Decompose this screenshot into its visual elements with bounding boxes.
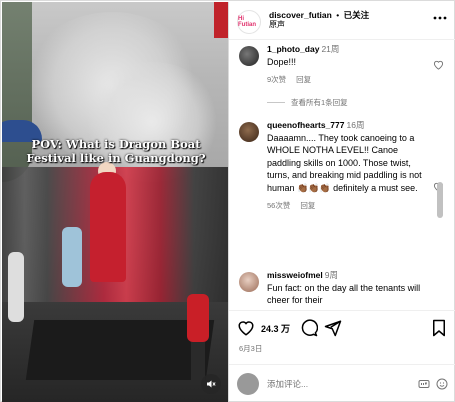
post-video[interactable]: POV: What is Dragon Boat Festival like i… [2,2,228,402]
follow-status-button[interactable]: 已关注 [344,10,370,20]
comments-scrollbar[interactable] [437,182,443,218]
comment-time[interactable]: 9周 [325,270,338,280]
floor-mat [25,320,215,380]
action-row: 24.3 万 [237,319,448,337]
header-text: discover_futian • 已关注 原声 [269,10,432,30]
comment-text: Daaaamn.... They took canoeing to a WHOL… [267,132,422,193]
save-icon[interactable] [430,319,448,337]
audio-label[interactable]: 原声 [269,20,432,30]
view-replies-text: 查看所有1条回复 [291,98,348,107]
heart-icon[interactable] [433,60,444,70]
commenter-avatar[interactable] [239,272,259,292]
avatar-logo-text: Hi Futian [238,16,256,28]
more-icon [433,16,447,20]
comment-body: 1_photo_day 21周 Dope!!! 9次赞 回复 [267,44,427,86]
comment-username[interactable]: 1_photo_day [267,44,319,54]
lion-dancer [90,172,126,282]
comment-username[interactable]: missweiofmel [267,270,323,280]
more-options-button[interactable] [432,12,448,26]
comment-item: missweiofmel 9周 Fun fact: on the day all … [239,270,444,310]
likes-count[interactable]: 24.3 万 [261,322,290,335]
view-replies-link[interactable]: 查看所有1条回复 [267,97,348,108]
current-user-avatar [237,372,259,395]
commenter-avatar[interactable] [239,46,259,66]
spectator [62,227,82,287]
comment-item: 1_photo_day 21周 Dope!!! 9次赞 回复 [239,44,444,94]
comment-body: missweiofmel 9周 Fun fact: on the day all … [267,270,427,307]
post-dialog: POV: What is Dragon Boat Festival like i… [0,0,455,402]
commenter-avatar[interactable] [239,122,259,142]
comment-item: queenofhearts_777 16周 Daaaamn.... They to… [239,120,444,260]
reply-button[interactable]: 回复 [300,201,315,210]
replies-divider [267,102,285,103]
account-username[interactable]: discover_futian [269,10,332,20]
post-date[interactable]: 6月3日 [239,343,262,354]
comment-text: Dope!!! [267,56,297,67]
red-banner [214,2,228,38]
add-comment-bar: 添加评论... [229,364,455,402]
video-caption: POV: What is Dragon Boat Festival like i… [26,137,206,165]
reply-button[interactable]: 回复 [296,75,311,84]
emoji-icon[interactable] [436,378,448,390]
gif-icon[interactable] [418,378,430,390]
comment-body: queenofhearts_777 16周 Daaaamn.... They to… [267,120,427,212]
child-in-red [187,294,209,342]
post-header: Hi Futian discover_futian • 已关注 原声 [229,2,455,40]
comments-list[interactable]: 1_photo_day 21周 Dope!!! 9次赞 回复 查看所有1条回复 qu… [229,42,455,310]
mute-icon [207,380,216,388]
comment-input[interactable]: 添加评论... [267,378,412,390]
comment-time[interactable]: 16周 [346,120,364,130]
account-avatar[interactable]: Hi Futian [237,10,261,34]
comment-likes[interactable]: 9次赞 [267,75,286,84]
post-actions: 24.3 万 6月3日 [229,310,455,360]
comment-likes[interactable]: 56次赞 [267,201,290,210]
mute-button[interactable] [201,374,221,394]
heart-icon[interactable] [237,319,255,337]
post-sidebar: Hi Futian discover_futian • 已关注 原声 1_pho… [228,2,455,402]
separator-dot: • [336,10,340,20]
spectator [8,252,24,322]
share-icon[interactable] [324,319,342,337]
comment-username[interactable]: queenofhearts_777 [267,120,344,130]
comment-time[interactable]: 21周 [321,44,339,54]
comment-icon[interactable] [300,319,319,337]
comment-text: Fun fact: on the day all the tenants wil… [267,282,421,306]
